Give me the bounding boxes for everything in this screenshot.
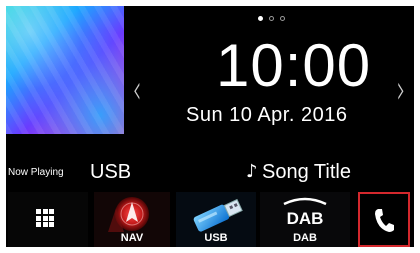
album-art[interactable] [6,6,124,134]
dab-logo-text: DAB [287,209,324,228]
music-note-icon: ♪ [246,161,258,182]
page-dot [280,16,285,21]
clock-time: 10:00 [216,32,372,99]
next-page-arrow-icon[interactable]: › [395,66,407,114]
now-playing-source[interactable]: USB [90,160,131,184]
dab-button[interactable]: DAB DAB [260,192,350,247]
page-dot [269,16,274,21]
dab-label: DAB [293,232,317,244]
nav-label: NAV [120,232,144,244]
clock-date: Sun 10 Apr. 2016 [186,104,348,126]
nav-button[interactable]: NAV [94,192,170,247]
usb-label: USB [204,232,228,244]
page-indicator [258,16,285,24]
usb-stick-icon [193,198,243,232]
previous-page-arrow-icon[interactable]: ‹ [131,66,143,114]
dab-logo-icon: DAB [283,197,327,228]
phone-icon [372,206,396,234]
source-launcher-bar: NAV USB DAB DAB [6,192,414,247]
menu-button[interactable] [8,192,88,247]
page-dot [258,16,263,21]
phone-button[interactable] [358,192,410,247]
head-unit-screen: ‹ › 10:00 Sun 10 Apr. 2016 Now Playing U… [6,6,414,247]
usb-button[interactable]: USB [176,192,256,247]
navigation-icon [108,197,149,232]
grid-menu-icon [36,209,54,227]
now-playing-label: Now Playing [8,167,64,178]
song-title[interactable]: Song Title [262,160,351,184]
